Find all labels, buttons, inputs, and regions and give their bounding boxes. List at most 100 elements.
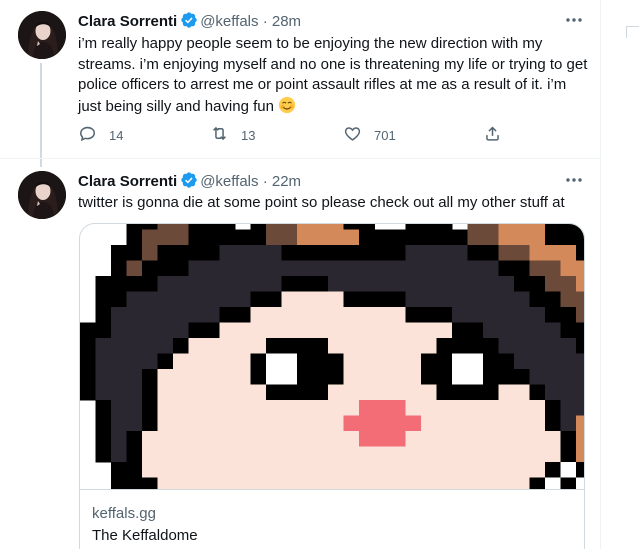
share-button[interactable] xyxy=(483,124,502,146)
pixel-art-pixel xyxy=(529,415,546,432)
author-handle[interactable]: @keffals xyxy=(200,13,258,30)
reply-button[interactable]: 14 xyxy=(78,124,123,146)
pixel-art-pixel xyxy=(312,322,329,339)
tweet-actions: 14 13 701 xyxy=(78,124,508,146)
pixel-art-pixel xyxy=(142,276,158,292)
pixel-art-pixel xyxy=(498,415,515,432)
pixel-art-pixel xyxy=(483,462,499,478)
pixel-art-pixel xyxy=(297,353,313,370)
verified-badge-icon xyxy=(180,171,198,189)
pixel-art-pixel xyxy=(188,431,205,447)
card-domain[interactable]: keffals.gg xyxy=(92,504,156,524)
pixel-art-pixel xyxy=(467,369,484,385)
pixel-art-pixel xyxy=(405,291,422,308)
more-options-icon[interactable] xyxy=(564,10,584,30)
pixel-art-pixel xyxy=(142,322,158,339)
pixel-art-pixel xyxy=(250,338,267,354)
pixel-art-pixel xyxy=(328,462,344,478)
pixel-art-pixel xyxy=(312,431,329,447)
timestamp[interactable]: 28m xyxy=(272,13,301,30)
pixel-art-pixel xyxy=(142,369,158,385)
pixel-art-pixel xyxy=(405,400,422,416)
pixel-art-pixel xyxy=(235,446,251,463)
card-title[interactable]: The Keffaldome xyxy=(92,526,198,546)
pixel-art-pixel xyxy=(95,384,112,401)
like-button[interactable]: 701 xyxy=(343,124,396,146)
pixel-art-pixel xyxy=(235,291,251,308)
verified-badge-icon xyxy=(180,11,198,29)
pixel-art-pixel xyxy=(390,384,406,401)
author-handle[interactable]: @keffals xyxy=(200,173,258,190)
pixel-art-pixel xyxy=(390,369,406,385)
pixel-art-pixel xyxy=(374,322,391,339)
pixel-art-pixel xyxy=(452,229,468,246)
pixel-art-pixel xyxy=(405,224,422,230)
pixel-art-pixel xyxy=(343,224,360,230)
pixel-art-pixel xyxy=(343,322,360,339)
timeline-right-border xyxy=(600,0,601,549)
pixel-art-pixel xyxy=(281,384,298,401)
timestamp[interactable]: 22m xyxy=(272,173,301,190)
author-name[interactable]: Clara Sorrenti xyxy=(78,173,177,190)
pixel-art-pixel xyxy=(219,307,236,323)
pixel-art-pixel xyxy=(421,276,437,292)
author-name[interactable]: Clara Sorrenti xyxy=(78,13,177,30)
pixel-art-pixel xyxy=(374,369,391,385)
pixel-art-pixel xyxy=(576,229,584,246)
pixel-art-pixel xyxy=(126,229,143,246)
pixel-art-pixel xyxy=(250,245,267,261)
pixel-art-pixel xyxy=(560,353,577,370)
pixel-art-pixel xyxy=(421,245,437,261)
pixel-art-pixel xyxy=(374,415,391,432)
tweet[interactable]: Clara Sorrenti @keffals · 22m twitter is … xyxy=(0,158,600,549)
pixel-art-pixel xyxy=(545,431,561,447)
pixel-art-pixel xyxy=(498,245,515,261)
pixel-art-pixel xyxy=(157,400,174,416)
pixel-art-pixel xyxy=(436,291,453,308)
pixel-art-pixel xyxy=(266,384,282,401)
pixel-art-pixel xyxy=(297,224,313,230)
scrollbar-track[interactable] xyxy=(626,26,639,38)
pixel-art-pixel xyxy=(374,446,391,463)
retweet-button[interactable]: 13 xyxy=(210,124,255,146)
pixel-art-pixel xyxy=(281,462,298,478)
pixel-art-pixel xyxy=(250,431,267,447)
pixel-art-pixel xyxy=(529,431,546,447)
pixel-art-pixel xyxy=(576,369,584,385)
pixel-art-pixel xyxy=(390,276,406,292)
pixel-art-pixel xyxy=(250,307,267,323)
avatar[interactable] xyxy=(18,11,66,59)
pixel-art-pixel xyxy=(111,462,127,478)
pixel-art-pixel xyxy=(374,276,391,292)
tweet[interactable]: Clara Sorrenti @keffals · 28m i’m really … xyxy=(0,0,600,167)
pixel-art-pixel xyxy=(235,245,251,261)
pixel-art-pixel xyxy=(514,384,530,401)
pixel-art-pixel xyxy=(343,260,360,277)
pixel-art-pixel xyxy=(111,415,127,432)
pixel-art-pixel xyxy=(560,322,577,339)
pixel-art-pixel xyxy=(467,245,484,261)
more-options-icon[interactable] xyxy=(564,170,584,190)
pixel-art-pixel xyxy=(560,338,577,354)
pixel-art-pixel xyxy=(452,400,468,416)
pixel-art-pixel xyxy=(498,224,515,230)
pixel-art-pixel xyxy=(560,384,577,401)
link-card[interactable]: keffals.gg The Keffaldome xyxy=(79,223,585,549)
pixel-art-pixel xyxy=(111,260,127,277)
pixel-art-pixel xyxy=(452,446,468,463)
pixel-art-pixel xyxy=(498,400,515,416)
like-count: 701 xyxy=(374,127,396,143)
pixel-art-pixel xyxy=(483,229,499,246)
pixel-art-pixel xyxy=(157,245,174,261)
avatar[interactable] xyxy=(18,171,66,219)
pixel-art-pixel xyxy=(95,307,112,323)
pixel-art-pixel xyxy=(359,462,375,478)
pixel-art-pixel xyxy=(560,462,577,478)
pixel-art-pixel xyxy=(343,338,360,354)
pixel-art-pixel xyxy=(390,400,406,416)
pixel-art-pixel xyxy=(219,415,236,432)
pixel-art-pixel xyxy=(126,276,143,292)
pixel-art-pixel xyxy=(421,400,437,416)
pixel-art-pixel xyxy=(390,431,406,447)
pixel-art-pixel xyxy=(188,415,205,432)
